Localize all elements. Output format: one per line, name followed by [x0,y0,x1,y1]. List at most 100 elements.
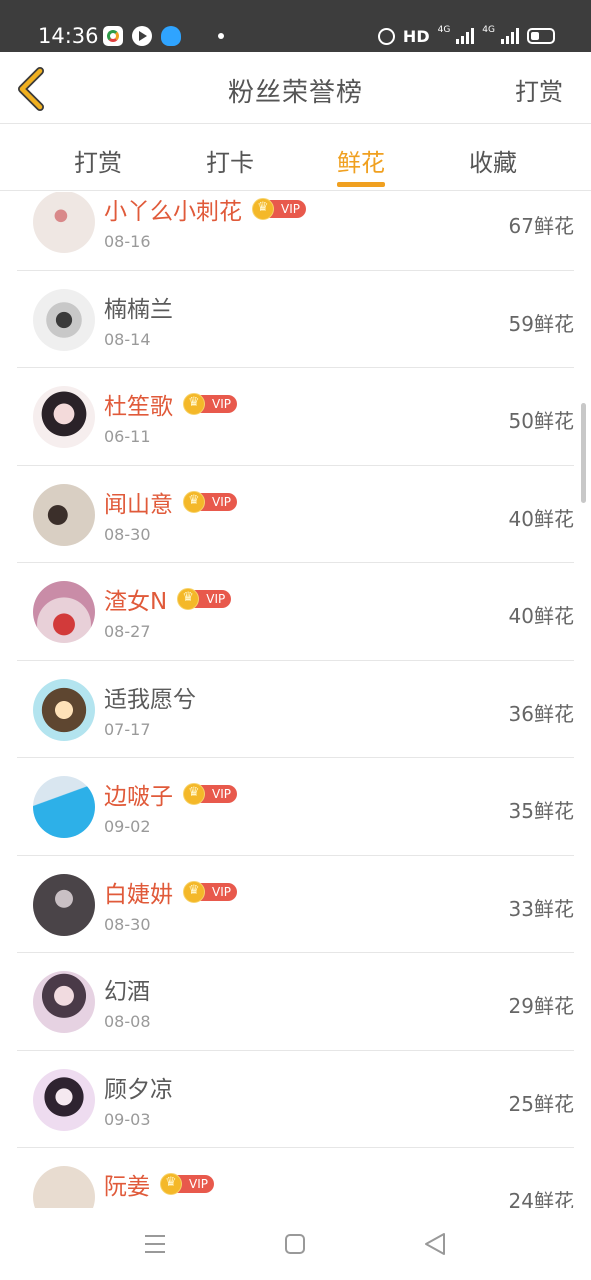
avatar[interactable] [33,678,95,741]
status-time: 14:36 [38,24,99,48]
fan-date: 09-02 [104,817,151,836]
flower-count: 40鲜花 [508,604,574,628]
avatar[interactable] [33,386,95,448]
fan-name[interactable]: 闻山意 [104,485,173,519]
fan-list-item[interactable]: 渣女N VIP 08-27 40鲜花 [17,563,574,661]
fan-name[interactable]: 幻酒 [104,972,150,1006]
tab-flowers[interactable]: 鲜花 [311,143,411,178]
avatar[interactable] [33,192,95,253]
fan-name[interactable]: 杜笙歌 [104,387,173,421]
fan-date: 08-27 [104,622,151,641]
crown-icon [183,393,205,415]
fan-name-line: 顾夕凉 [104,1070,173,1104]
header: 粉丝荣誉榜 打赏 [0,52,591,124]
fan-list-item[interactable]: 小丫么小刺花 VIP 08-16 67鲜花 [17,192,574,271]
avatar[interactable] [33,1166,95,1208]
scrollbar[interactable] [581,403,586,503]
back-nav-button[interactable] [420,1230,450,1258]
fan-name[interactable]: 小丫么小刺花 [104,192,242,226]
alarm-icon [377,27,395,45]
tab-favorites[interactable]: 收藏 [443,143,543,178]
fan-list-item[interactable]: 阮姜 VIP 24鲜花 [17,1148,574,1208]
fan-name[interactable]: 顾夕凉 [104,1070,173,1104]
fan-name-line: 楠楠兰 [104,290,173,324]
fan-name[interactable]: 楠楠兰 [104,290,173,324]
vip-badge: VIP [183,783,237,805]
crown-icon [252,198,274,220]
notification-dot-icon [218,33,224,39]
status-indicators: HD 4G 4G [377,25,555,47]
avatar[interactable] [33,873,95,936]
fan-name-line: 渣女N VIP [104,582,232,616]
network-type-label: 4G [437,25,451,35]
fan-list-item[interactable]: 杜笙歌 VIP 06-11 50鲜花 [17,368,574,466]
tab-checkin[interactable]: 打卡 [180,143,280,178]
crown-icon [183,490,205,513]
vip-badge: VIP [183,393,237,415]
flower-count: 25鲜花 [508,1091,574,1116]
avatar[interactable] [33,971,95,1033]
battery-icon [527,28,555,44]
fan-name-line: 杜笙歌 VIP [104,387,237,421]
fan-list: 小丫么小刺花 VIP 08-16 67鲜花楠楠兰 08-14 59鲜花杜笙歌 VIP 06-1… [0,192,591,1208]
reward-button[interactable]: 打赏 [515,72,563,107]
signal-icon [456,28,475,44]
avatar[interactable] [33,1068,95,1131]
vip-badge: VIP [160,1173,214,1195]
fan-name-line: 白婕妌 VIP [104,875,237,909]
flower-count: 24鲜花 [508,1189,574,1208]
fan-date: 08-08 [104,1012,151,1031]
crown-icon [183,783,205,805]
tab-reward[interactable]: 打赏 [48,143,148,178]
flower-count: 67鲜花 [508,214,574,238]
hd-label: HD [402,26,430,46]
fan-name[interactable]: 适我愿兮 [104,680,196,714]
fan-list-item[interactable]: 白婕妌 VIP 08-30 33鲜花 [17,856,574,953]
vip-badge: VIP [252,198,306,220]
fan-name-line: 阮姜 VIP [104,1167,214,1201]
fan-date: 08-30 [104,914,151,934]
flower-count: 35鲜花 [508,799,574,823]
flower-count: 36鲜花 [508,701,574,726]
fan-list-item[interactable]: 适我愿兮 07-17 36鲜花 [17,661,574,758]
menu-icon [145,1235,165,1253]
crown-icon [160,1173,182,1195]
fan-date: 08-30 [104,524,151,544]
fan-name[interactable]: 阮姜 [104,1167,150,1201]
fan-name-line: 闻山意 VIP [104,485,237,519]
fan-name-line: 幻酒 [104,972,150,1006]
page-title: 粉丝荣誉榜 [227,78,363,108]
fan-date: 06-11 [104,427,151,446]
fan-name-line: 边啵子 VIP [104,777,237,811]
menu-button[interactable] [140,1230,170,1258]
vip-badge: VIP [183,490,237,513]
signal-icon-2 [501,28,519,44]
home-square-icon [285,1234,305,1254]
crown-icon [183,880,205,903]
network-type-label-2: 4G [482,25,495,35]
avatar[interactable] [33,776,95,838]
avatar[interactable] [33,581,95,643]
fan-name[interactable]: 渣女N [104,582,167,616]
qq-app-icon [161,26,181,46]
fan-list-item[interactable]: 闻山意 VIP 08-30 40鲜花 [17,466,574,563]
fan-list-item[interactable]: 边啵子 VIP 09-02 35鲜花 [17,758,574,856]
fan-list-item[interactable]: 楠楠兰 08-14 59鲜花 [17,271,574,368]
home-button[interactable] [280,1230,310,1258]
back-triangle-icon [425,1233,445,1255]
browser-app-icon [103,26,123,46]
fan-list-item[interactable]: 幻酒 08-08 29鲜花 [17,953,574,1051]
fan-list-viewport[interactable]: 小丫么小刺花 VIP 08-16 67鲜花楠楠兰 08-14 59鲜花杜笙歌 VIP 06-1… [0,192,591,1208]
vip-badge: VIP [177,588,232,610]
flower-count: 40鲜花 [508,506,574,531]
fan-list-item[interactable]: 顾夕凉 09-03 25鲜花 [17,1051,574,1148]
flower-count: 33鲜花 [508,896,574,921]
avatar[interactable] [33,288,95,351]
fan-name[interactable]: 边啵子 [104,777,173,811]
flower-count: 59鲜花 [508,311,574,336]
active-tab-indicator [337,182,385,187]
avatar[interactable] [33,483,95,546]
fan-name[interactable]: 白婕妌 [104,875,173,909]
flower-count: 50鲜花 [508,409,574,433]
video-app-icon [132,26,152,46]
